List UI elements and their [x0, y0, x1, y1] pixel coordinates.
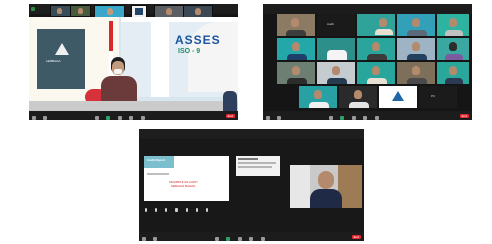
participant-tile[interactable] — [317, 62, 355, 84]
participant-tile[interactable] — [379, 86, 417, 108]
presenter-video[interactable] — [290, 165, 362, 208]
security-icon[interactable] — [31, 7, 35, 11]
participant-tile[interactable] — [277, 14, 315, 36]
meeting-controls: End — [263, 111, 472, 120]
share-screen-icon[interactable] — [237, 236, 242, 241]
meeting-controls: End — [139, 232, 364, 241]
participant-tile[interactable] — [277, 38, 315, 60]
eraser-icon[interactable] — [175, 208, 178, 212]
participants-icon[interactable] — [94, 115, 99, 120]
participant-tile[interactable] — [317, 38, 355, 60]
share-screen-icon[interactable] — [117, 115, 122, 120]
participant-tile[interactable] — [437, 38, 469, 60]
video-icon[interactable] — [277, 115, 282, 120]
slide-heading: Audit Report — [147, 158, 166, 162]
meeting-controls: End — [29, 111, 238, 120]
control-group — [142, 228, 268, 242]
presentation-screen: LEMBAGA — [37, 29, 85, 89]
record-icon[interactable] — [249, 236, 254, 241]
participant-tile[interactable] — [357, 14, 395, 36]
participant-tile[interactable] — [357, 38, 395, 60]
top-bar — [139, 129, 364, 139]
shared-slide: Audit Report KESIMPULAN AUDIT SEBAGAI BA… — [144, 156, 229, 201]
participant-tile[interactable] — [397, 38, 435, 60]
participant-tile[interactable] — [277, 62, 315, 84]
screenshot-speaker-view: ASSES ISO - 9 LEMBAGA End — [29, 4, 238, 120]
reactions-icon[interactable] — [374, 115, 379, 120]
end-meeting-button[interactable]: End — [459, 113, 469, 118]
pen-icon[interactable] — [145, 208, 148, 212]
record-icon[interactable] — [363, 115, 368, 120]
active-speaker-video[interactable]: ASSES ISO - 9 LEMBAGA — [29, 17, 238, 111]
control-group — [266, 107, 382, 121]
annotation-toolbar — [145, 207, 211, 213]
mute-icon[interactable] — [142, 236, 146, 241]
participant-tile[interactable]: Audit — [317, 14, 355, 36]
institution-logo — [55, 43, 69, 55]
banner-title: ASSES — [175, 33, 221, 47]
save-icon[interactable] — [205, 208, 208, 212]
top-bar — [263, 4, 472, 14]
record-icon[interactable] — [129, 115, 134, 120]
participant-tile[interactable] — [299, 86, 337, 108]
video-icon[interactable] — [153, 236, 158, 241]
video-icon[interactable] — [43, 115, 48, 120]
chat-icon[interactable] — [226, 236, 231, 241]
participants-icon[interactable] — [328, 115, 333, 120]
end-meeting-button[interactable]: End — [225, 113, 235, 118]
participant-tile[interactable] — [339, 86, 377, 108]
text-icon[interactable] — [165, 208, 168, 212]
chat-icon[interactable] — [106, 115, 111, 120]
reactions-icon[interactable] — [140, 115, 145, 120]
participant-tile[interactable] — [437, 62, 469, 84]
select-icon[interactable] — [155, 208, 158, 212]
end-meeting-button[interactable]: End — [351, 234, 361, 239]
participant-thumbnail[interactable] — [50, 5, 71, 17]
participant-tile[interactable] — [397, 62, 435, 84]
flag — [109, 21, 113, 51]
banner-subtitle: ISO - 9 — [178, 48, 201, 55]
chat-icon[interactable] — [340, 115, 345, 120]
slide-text-red-2: SEBAGAI BAHAN — [171, 184, 196, 188]
screenshot-gallery-view: Audit PC End — [263, 4, 472, 120]
mute-icon[interactable] — [266, 115, 270, 120]
reactions-icon[interactable] — [260, 236, 265, 241]
participants-icon[interactable] — [214, 236, 219, 241]
participant-tile[interactable]: PC — [419, 86, 457, 108]
shape-icon[interactable] — [185, 208, 188, 212]
stamp-icon[interactable] — [195, 208, 198, 212]
control-group — [32, 107, 148, 121]
mute-icon[interactable] — [32, 115, 36, 120]
logo-text: LEMBAGA — [46, 59, 61, 63]
participant-thumbnail[interactable] — [70, 5, 91, 17]
participant-tile[interactable] — [357, 62, 395, 84]
participant-tile[interactable] — [397, 14, 435, 36]
share-screen-icon[interactable] — [351, 115, 356, 120]
notes-panel — [236, 156, 280, 176]
participant-tile[interactable] — [437, 14, 469, 36]
seated-person — [223, 91, 237, 111]
screenshot-screen-share: Audit Report KESIMPULAN AUDIT SEBAGAI BA… — [139, 129, 364, 241]
